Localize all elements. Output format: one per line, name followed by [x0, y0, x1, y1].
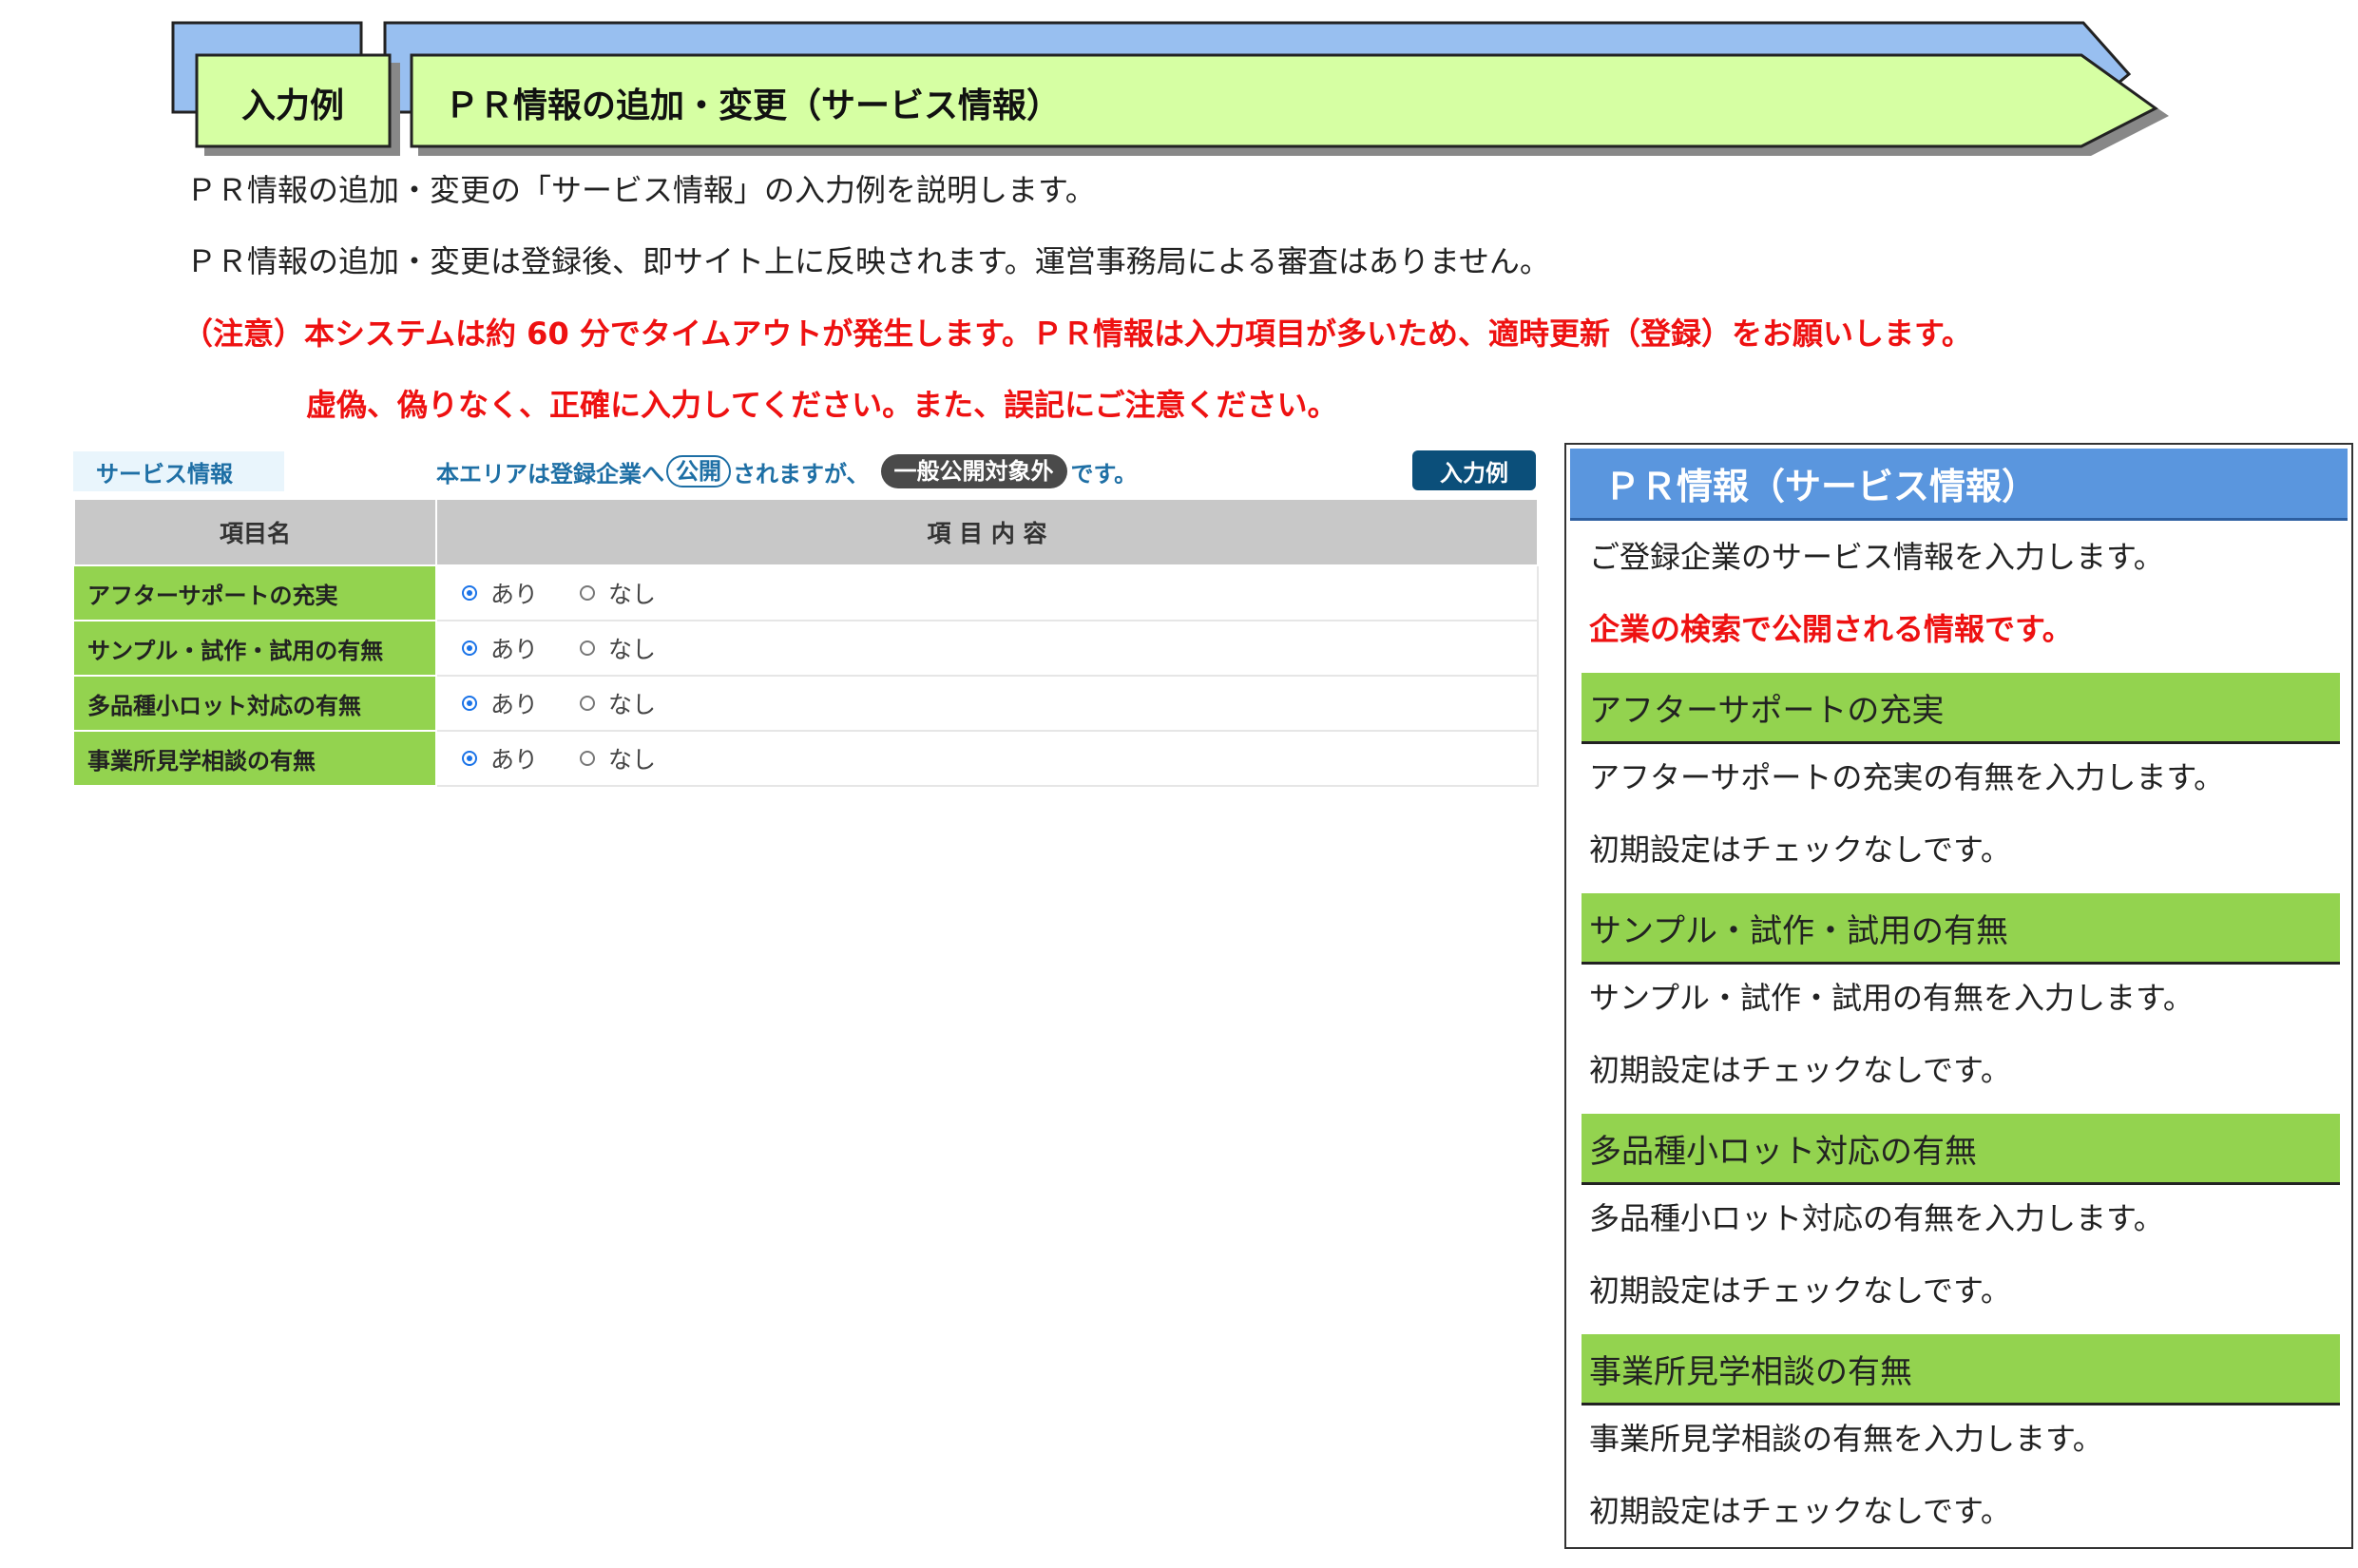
radio-label-yes[interactable]: あり	[490, 686, 538, 720]
radio-yes-small-lot[interactable]	[462, 696, 477, 711]
panel-desc-site-visit: 事業所見学相談の有無を入力します。	[1589, 1421, 2103, 1457]
panel-heading-small-lot: 多品種小ロット対応の有無	[1582, 1114, 2340, 1185]
radio-label-no[interactable]: なし	[608, 631, 656, 665]
item-name-site-visit: 事業所見学相談の有無	[74, 731, 437, 787]
section-tag-service-info: サービス情報	[73, 451, 284, 491]
radio-group-after-support: あり なし	[437, 576, 1537, 610]
panel-heading-sample-trial: サンプル・試作・試用の有無	[1582, 893, 2340, 965]
explanation-panel: ＰＲ情報（サービス情報） ご登録企業のサービス情報を入力します。 企業の検索で公…	[1564, 443, 2353, 1549]
panel-default-sample-trial: 初期設定はチェックなしです。	[1589, 1052, 2011, 1088]
public-badge: 公開	[666, 454, 731, 488]
intro-line-2: ＰＲ情報の追加・変更は登録後、即サイト上に反映されます。運営事務局による審査はあ…	[186, 243, 1550, 279]
radio-label-yes[interactable]: あり	[490, 741, 538, 775]
item-name-after-support: アフターサポートの充実	[74, 565, 437, 621]
public-notice-middle: されますが、	[733, 460, 870, 488]
panel-default-site-visit: 初期設定はチェックなしです。	[1589, 1493, 2011, 1529]
radio-no-small-lot[interactable]	[580, 696, 596, 711]
public-notice: 本エリアは登録企業へ 公開 されますが、 一般公開対象外 です。	[436, 449, 1137, 493]
radio-group-sample-trial: あり なし	[437, 631, 1537, 665]
radio-yes-sample-trial[interactable]	[462, 641, 477, 656]
radio-yes-site-visit[interactable]	[462, 751, 477, 766]
radio-yes-after-support[interactable]	[462, 585, 477, 601]
table-row: 事業所見学相談の有無 あり なし	[74, 731, 1539, 787]
timeout-notice: （注意）本システムは約 60 分でタイムアウトが発生します。ＰＲ情報は入力項目が…	[182, 316, 1972, 352]
radio-label-no[interactable]: なし	[608, 741, 656, 775]
column-header-item-content: 項 目 内 容	[435, 498, 1539, 566]
radio-group-small-lot: あり なし	[437, 686, 1537, 720]
panel-desc-after-support: アフターサポートの充実の有無を入力します。	[1589, 759, 2225, 795]
radio-label-yes[interactable]: あり	[490, 576, 538, 610]
radio-no-after-support[interactable]	[580, 585, 596, 601]
service-info-table: 項目名 項 目 内 容 アフターサポートの充実 あり なし サンプル・試作・試用…	[73, 498, 1539, 787]
public-notice-suffix: です。	[1070, 460, 1138, 488]
table-row: 多品種小ロット対応の有無 あり なし	[74, 676, 1539, 732]
header-badge: 入力例	[241, 86, 345, 125]
table-row: サンプル・試作・試用の有無 あり なし	[74, 621, 1539, 677]
item-name-sample-trial: サンプル・試作・試用の有無	[74, 621, 437, 677]
radio-label-yes[interactable]: あり	[490, 631, 538, 665]
item-name-small-lot: 多品種小ロット対応の有無	[74, 676, 437, 732]
excluded-badge: 一般公開対象外	[880, 453, 1067, 489]
radio-group-site-visit: あり なし	[437, 741, 1537, 775]
panel-desc-small-lot: 多品種小ロット対応の有無を入力します。	[1589, 1200, 2164, 1236]
radio-label-no[interactable]: なし	[608, 686, 656, 720]
radio-label-no[interactable]: なし	[608, 576, 656, 610]
page-title: ＰＲ情報の追加・変更（サービス情報）	[445, 86, 1062, 125]
accuracy-notice: 虚偽、偽りなく、正確に入力してください。また、誤記にご注意ください。	[306, 387, 1338, 423]
input-example-button[interactable]: 入力例	[1412, 450, 1536, 490]
column-header-item-name: 項目名	[73, 498, 437, 566]
panel-heading-after-support: アフターサポートの充実	[1582, 673, 2340, 744]
table-row: アフターサポートの充実 あり なし	[74, 565, 1539, 621]
panel-heading-site-visit: 事業所見学相談の有無	[1582, 1334, 2340, 1405]
panel-title: ＰＲ情報（サービス情報）	[1570, 449, 2348, 521]
panel-default-small-lot: 初期設定はチェックなしです。	[1589, 1272, 2011, 1309]
intro-line-1: ＰＲ情報の追加・変更の「サービス情報」の入力例を説明します。	[186, 172, 1096, 208]
panel-desc-sample-trial: サンプル・試作・試用の有無を入力します。	[1589, 980, 2194, 1016]
panel-default-after-support: 初期設定はチェックなしです。	[1589, 832, 2011, 868]
radio-no-sample-trial[interactable]	[580, 641, 596, 656]
radio-no-site-visit[interactable]	[580, 751, 596, 766]
panel-intro: ご登録企業のサービス情報を入力します。	[1589, 539, 2164, 575]
panel-intro-red: 企業の検索で公開される情報です。	[1589, 611, 2073, 647]
public-notice-prefix: 本エリアは登録企業へ	[436, 460, 664, 488]
header-banner	[171, 21, 2169, 156]
